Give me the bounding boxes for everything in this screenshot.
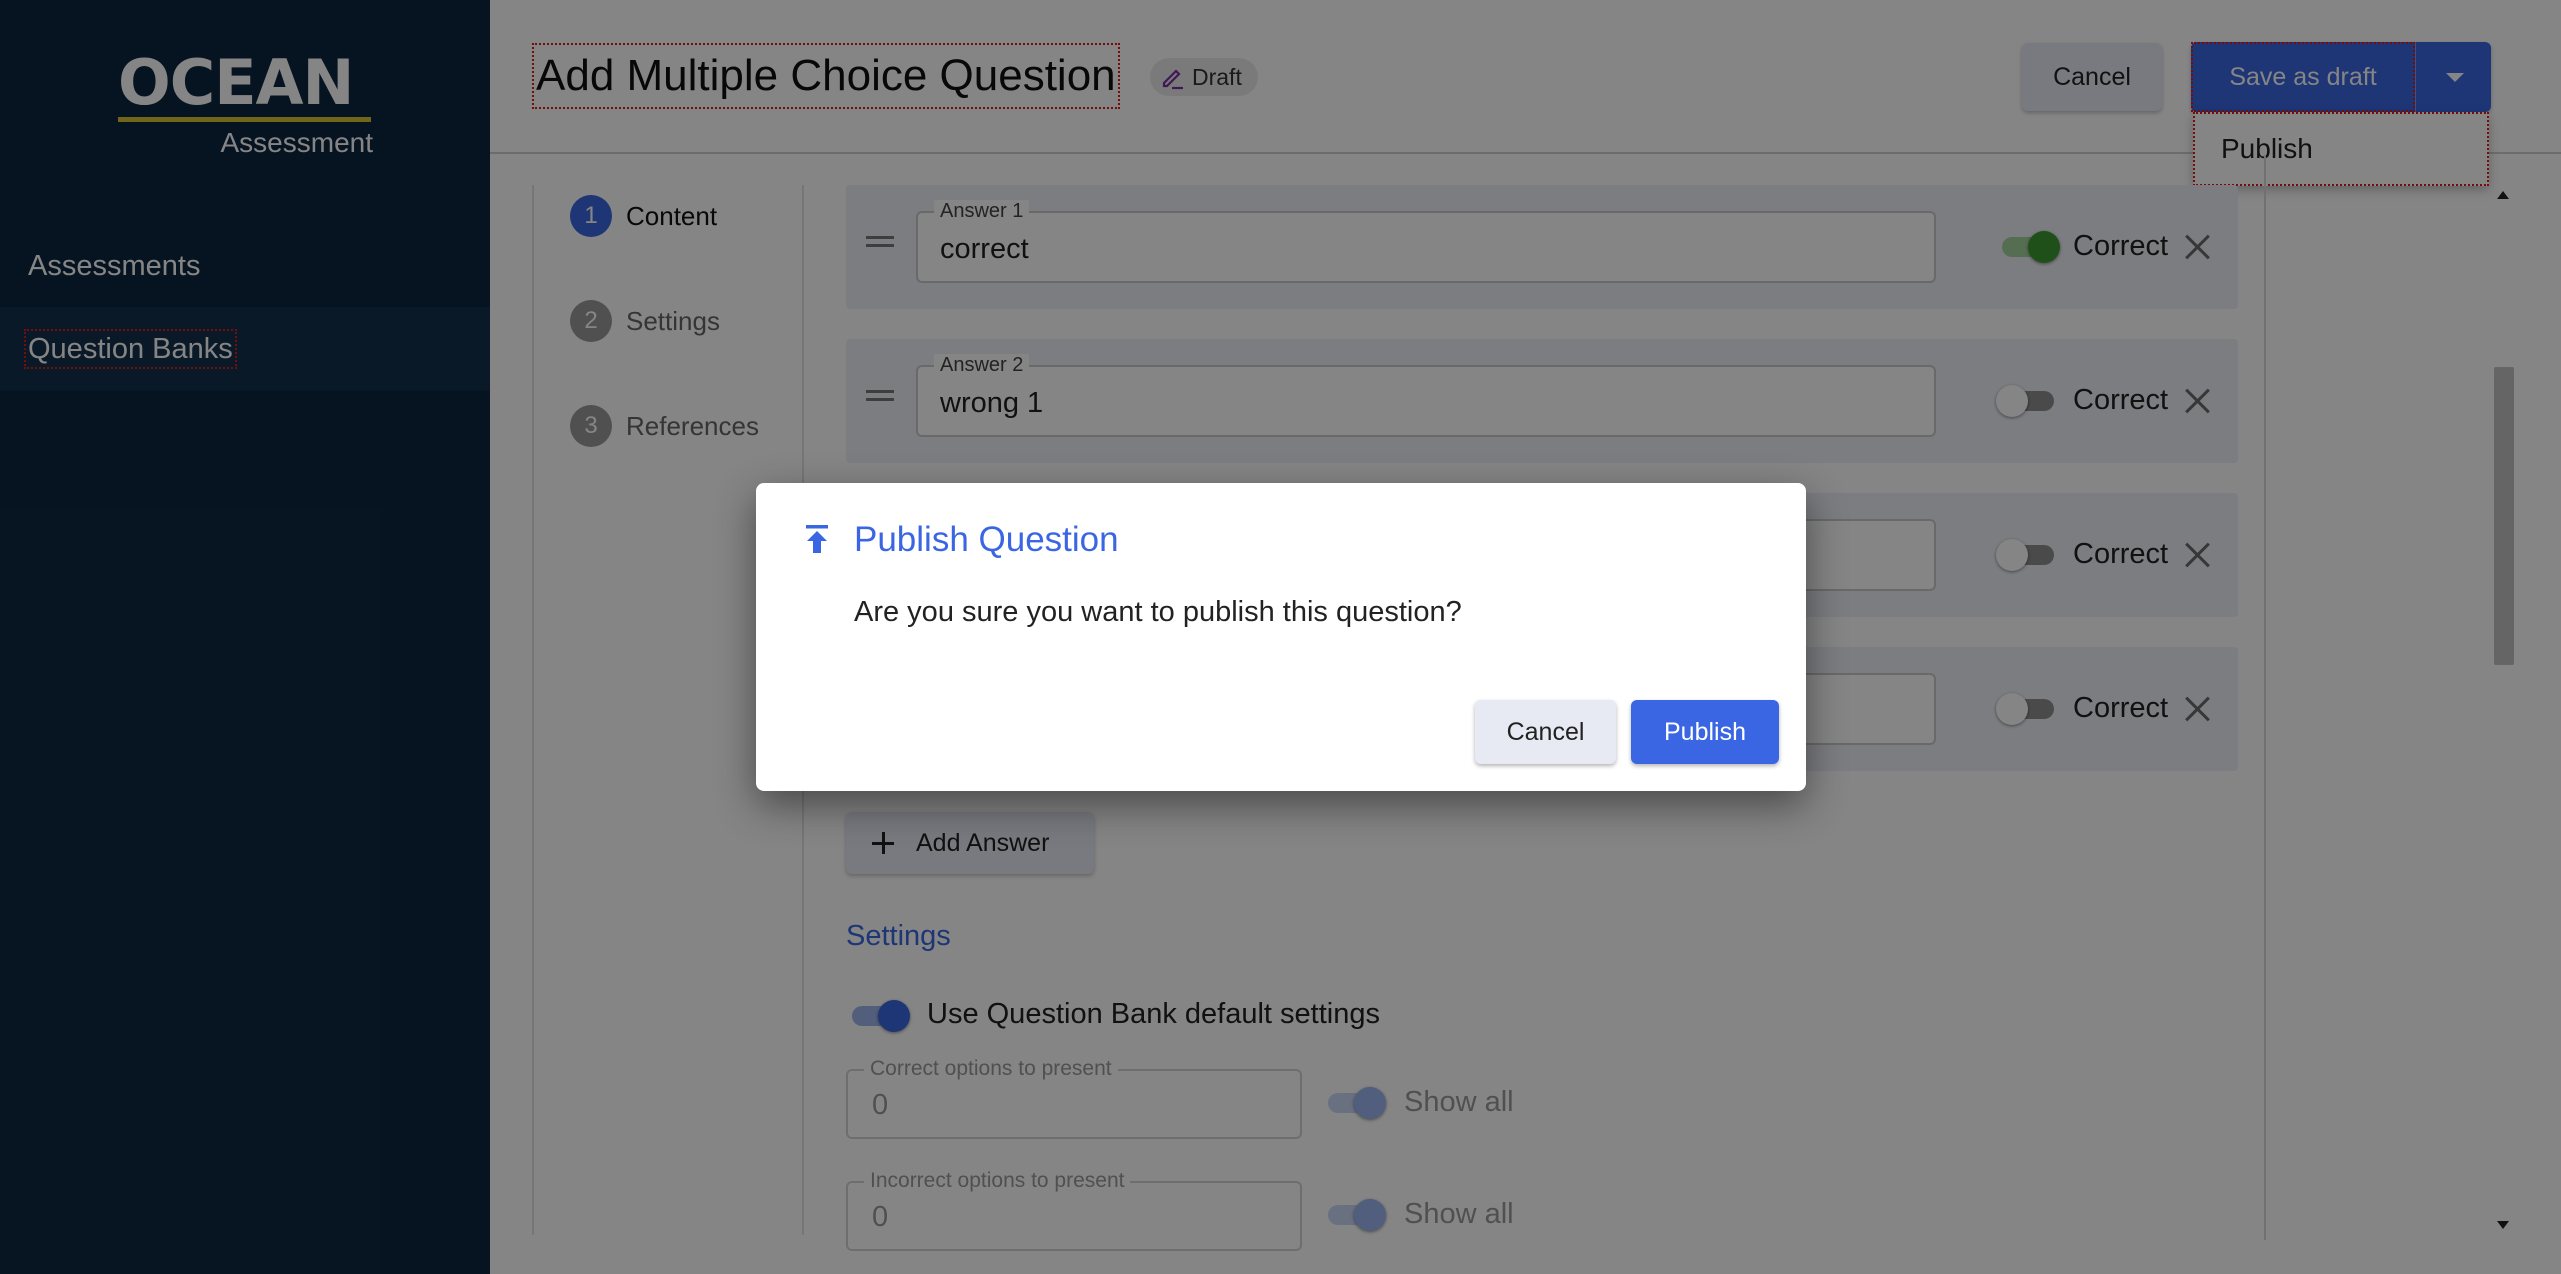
publish-dialog: Publish Question Are you sure you want t… bbox=[756, 483, 1806, 791]
publish-upload-icon bbox=[806, 525, 828, 553]
dialog-title: Publish Question bbox=[854, 520, 1119, 559]
dialog-cancel-button[interactable]: Cancel bbox=[1475, 700, 1616, 764]
dialog-publish-button[interactable]: Publish bbox=[1631, 700, 1779, 764]
dialog-message: Are you sure you want to publish this qu… bbox=[854, 596, 1462, 628]
